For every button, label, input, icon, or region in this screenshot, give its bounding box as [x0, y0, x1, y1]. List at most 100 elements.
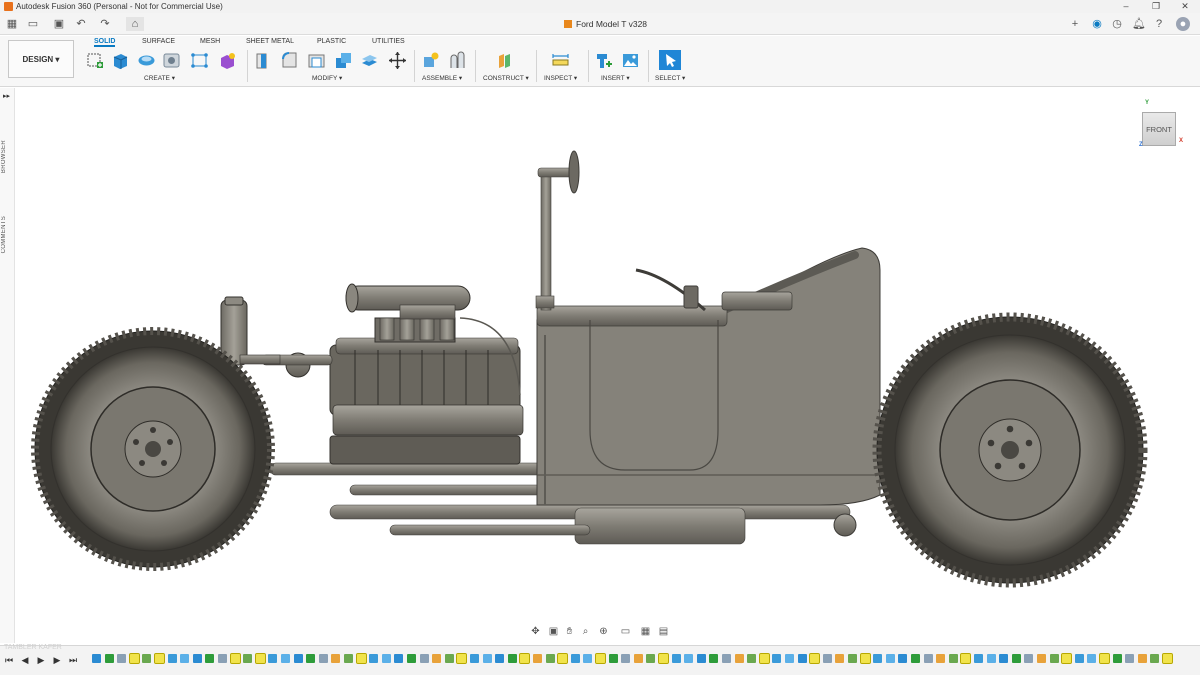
timeline-feature-icon[interactable]: [1099, 653, 1110, 664]
timeline-feature-icon[interactable]: [873, 654, 883, 663]
fit-icon[interactable]: ⊕: [597, 626, 610, 638]
timeline-feature-icon[interactable]: [142, 654, 152, 663]
timeline-feature-icon[interactable]: [394, 654, 404, 663]
timeline-feature-icon[interactable]: [545, 654, 555, 663]
timeline-feature-icon[interactable]: [646, 654, 656, 663]
timeline-feature-icon[interactable]: [1087, 654, 1097, 663]
timeline-feature-icon[interactable]: [104, 654, 114, 663]
timeline-feature-icon[interactable]: [608, 654, 618, 663]
timeline-feature-icon[interactable]: [621, 654, 631, 663]
timeline-feature-icon[interactable]: [772, 654, 782, 663]
view-cube[interactable]: FRONT: [1142, 112, 1176, 146]
timeline-feature-icon[interactable]: [960, 653, 972, 664]
timeline-feature-icon[interactable]: [293, 654, 303, 663]
timeline-feature-icon[interactable]: [658, 653, 669, 664]
look-at-icon[interactable]: ▣: [547, 626, 560, 638]
timeline-feature-icon[interactable]: [432, 654, 442, 663]
timeline-feature-icon[interactable]: [1074, 654, 1084, 663]
timeline-feature-icon[interactable]: [747, 654, 757, 663]
timeline-feature-icon[interactable]: [281, 654, 290, 663]
timeline-feature-icon[interactable]: [1061, 653, 1073, 664]
timeline-first-icon[interactable]: ⏮: [4, 655, 14, 666]
timeline-feature-icon[interactable]: [355, 653, 367, 664]
timeline-feature-icon[interactable]: [218, 654, 227, 663]
timeline-feature-icon[interactable]: [835, 654, 845, 663]
timeline-feature-icon[interactable]: [923, 654, 933, 663]
timeline-feature-icon[interactable]: [1011, 654, 1021, 663]
timeline-feature-icon[interactable]: [456, 653, 468, 664]
timeline-feature-icon[interactable]: [709, 654, 719, 663]
timeline-feature-icon[interactable]: [1112, 654, 1122, 663]
timeline-feature-icon[interactable]: [381, 654, 391, 663]
timeline-feature-icon[interactable]: [117, 654, 127, 663]
timeline-feature-icon[interactable]: [809, 653, 821, 664]
timeline-feature-icon[interactable]: [986, 654, 996, 663]
timeline-feature-icon[interactable]: [1150, 654, 1160, 663]
timeline-feature-icon[interactable]: [507, 654, 517, 663]
timeline-feature-icon[interactable]: [318, 654, 328, 663]
timeline-feature-icon[interactable]: [722, 654, 731, 663]
timeline-feature-icon[interactable]: [495, 654, 505, 663]
timeline-feature-icon[interactable]: [470, 654, 479, 663]
orbit-icon[interactable]: ✥: [529, 626, 542, 638]
timeline-play-icon[interactable]: ▶: [36, 655, 46, 666]
timeline-feature-icon[interactable]: [344, 654, 353, 663]
timeline-feature-icon[interactable]: [936, 654, 946, 663]
grid-settings-icon[interactable]: ▦: [639, 626, 652, 638]
timeline-feature-icon[interactable]: [92, 654, 101, 663]
timeline-feature-icon[interactable]: [734, 654, 744, 663]
timeline-feature-icon[interactable]: [1137, 654, 1147, 663]
zoom-icon[interactable]: ⌕: [579, 626, 592, 638]
timeline-feature-icon[interactable]: [557, 653, 569, 664]
timeline-feature-icon[interactable]: [898, 654, 908, 663]
timeline-feature-icon[interactable]: [205, 654, 215, 663]
timeline-feature-icon[interactable]: [570, 654, 580, 663]
timeline-feature-icon[interactable]: [822, 654, 832, 663]
viewports-icon[interactable]: ▤: [657, 626, 670, 638]
timeline-feature-icon[interactable]: [192, 654, 202, 663]
timeline-feature-icon[interactable]: [785, 654, 794, 663]
timeline-feature-icon[interactable]: [1049, 654, 1059, 663]
timeline-feature-icon[interactable]: [696, 654, 706, 663]
timeline-feature-icon[interactable]: [999, 654, 1009, 663]
timeline-feature-icon[interactable]: [974, 654, 983, 663]
timeline-feature-icon[interactable]: [243, 654, 253, 663]
timeline-feature-icon[interactable]: [1125, 654, 1135, 663]
timeline-feature-icon[interactable]: [633, 654, 643, 663]
timeline-feature-icon[interactable]: [859, 653, 871, 664]
timeline-feature-icon[interactable]: [369, 654, 379, 663]
timeline-feature-icon[interactable]: [306, 654, 316, 663]
timeline-feature-icon[interactable]: [154, 653, 165, 664]
timeline-feature-icon[interactable]: [180, 654, 190, 663]
timeline-feature-icon[interactable]: [419, 654, 429, 663]
display-settings-icon[interactable]: ▭: [619, 626, 632, 638]
timeline-last-icon[interactable]: ⏭: [68, 655, 78, 666]
timeline-feature-icon[interactable]: [1037, 654, 1046, 663]
hot-rod-model[interactable]: [0, 0, 1200, 675]
timeline-feature-icon[interactable]: [671, 654, 681, 663]
timeline-feature-icon[interactable]: [583, 654, 593, 663]
timeline-feature-icon[interactable]: [684, 654, 694, 663]
timeline-feature-icon[interactable]: [797, 654, 807, 663]
timeline-feature-icon[interactable]: [1024, 654, 1034, 663]
timeline-feature-icon[interactable]: [254, 653, 266, 664]
timeline-feature-icon[interactable]: [595, 653, 606, 664]
timeline-feature-icon[interactable]: [407, 654, 416, 663]
timeline-next-icon[interactable]: ▶: [52, 655, 62, 666]
timeline-feature-icon[interactable]: [331, 654, 341, 663]
timeline-feature-icon[interactable]: [167, 654, 177, 663]
timeline-feature-icon[interactable]: [1162, 653, 1173, 664]
timeline-feature-icon[interactable]: [128, 653, 140, 664]
timeline-feature-icon[interactable]: [533, 654, 542, 663]
timeline-feature-icon[interactable]: [268, 654, 278, 663]
pan-icon[interactable]: ✋︎: [563, 626, 576, 638]
timeline-feature-icon[interactable]: [911, 654, 920, 663]
timeline-feature-icon[interactable]: [229, 653, 241, 664]
timeline-feature-icon[interactable]: [758, 653, 770, 664]
timeline-feature-icon[interactable]: [482, 654, 492, 663]
timeline-feature-icon[interactable]: [519, 653, 531, 664]
timeline-feature-icon[interactable]: [444, 654, 454, 663]
timeline-prev-icon[interactable]: ◀: [20, 655, 30, 666]
timeline-feature-icon[interactable]: [848, 654, 857, 663]
timeline-feature-icon[interactable]: [885, 654, 895, 663]
